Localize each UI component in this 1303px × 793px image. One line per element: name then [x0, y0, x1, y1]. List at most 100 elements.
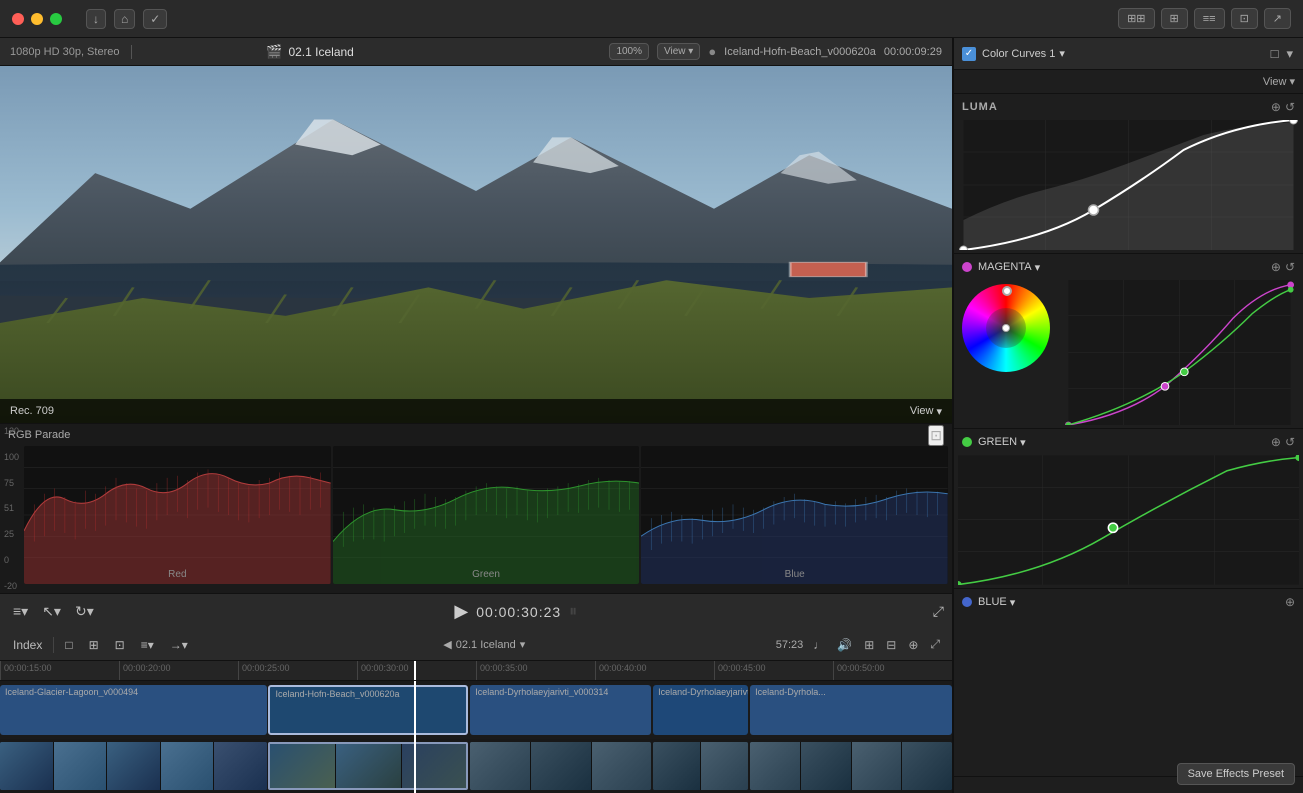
- view-header: View ▾: [954, 70, 1303, 94]
- timeline-toolbar: Index □ ⊞ ⊡ ≡▾ →▾ ◀ 02.1 Iceland ▾ 57:23…: [0, 629, 952, 661]
- filter-button[interactable]: ≡▾: [136, 636, 159, 654]
- luma-reset[interactable]: ↺: [1285, 100, 1295, 114]
- timecode-display: 00:00:09:29: [884, 46, 942, 58]
- clip-dyrholaey-3[interactable]: Iceland-Dyrhola...: [750, 685, 952, 735]
- ruler-marks: 00:00:15:00 00:00:20:00 00:00:25:00 00:0…: [0, 661, 952, 680]
- waveform-expand-button[interactable]: ⊡: [928, 425, 944, 446]
- check-button[interactable]: ✓: [143, 9, 167, 29]
- titlebar: ↓ ⌂ ✓ ⊞⊞ ⊞ ≡≡ ⊡ ↗: [0, 0, 1303, 38]
- effect-name: Color Curves 1: [982, 48, 1055, 60]
- tiles-button[interactable]: ≡≡: [1194, 8, 1225, 29]
- workspace-button[interactable]: ⊞⊞: [1118, 8, 1154, 29]
- clip-dyrholaey-2[interactable]: Iceland-Dyrholaeyjarivti_v0...: [653, 685, 748, 735]
- color-wheel-center-dot: [1002, 324, 1010, 332]
- green-eyedropper[interactable]: ⊕: [1271, 435, 1281, 449]
- color-wheel[interactable]: [962, 284, 1052, 374]
- clip-dyrholaey-1[interactable]: Iceland-Dyrholaeyjarivti_v000314: [470, 685, 651, 735]
- green-channel-label: Green: [333, 569, 640, 580]
- save-effects-preset-button[interactable]: Save Effects Preset: [1177, 763, 1295, 785]
- green-label[interactable]: GREEN ▾: [978, 436, 1026, 449]
- effect-tile-button[interactable]: □: [1269, 44, 1281, 64]
- luma-eyedropper[interactable]: ⊕: [1271, 100, 1281, 114]
- close-button[interactable]: [12, 13, 24, 25]
- preview-bottom-bar: Rec. 709 View ▾: [0, 399, 952, 423]
- audio-skimmer[interactable]: ♩: [809, 636, 829, 654]
- clip-row: Iceland-Glacier-Lagoon_v000494 Iceland-H…: [0, 681, 952, 739]
- blue-label[interactable]: BLUE ▾: [978, 596, 1015, 609]
- color-wheel-ring: [962, 284, 1050, 372]
- red-waveform-channel: Red: [24, 446, 331, 584]
- clip-label-hofn: Iceland-Hofn-Beach_v000620a: [275, 689, 399, 699]
- transport-bar: ≡▾ ↖▾ ↻▾ ▶ 00:00:30:23 ⏸ ⤢: [0, 593, 952, 629]
- magenta-reset[interactable]: ↺: [1285, 260, 1295, 274]
- key-button[interactable]: ⌂: [114, 9, 135, 29]
- share-button[interactable]: ↗: [1264, 8, 1291, 29]
- luma-curve-canvas: [954, 120, 1303, 250]
- clip-label-glacier: Iceland-Glacier-Lagoon_v000494: [5, 687, 138, 697]
- list-view-button[interactable]: ⊡: [110, 636, 130, 654]
- grid-view-button[interactable]: ⊞: [84, 636, 104, 654]
- clip-hofn-beach[interactable]: Iceland-Hofn-Beach_v000620a: [268, 685, 468, 735]
- green-curve-section: GREEN ▾ ⊕ ↺: [954, 429, 1303, 589]
- waveform-area: RGB Parade ⊡ 120 100 75 51 25 0 -20: [0, 423, 952, 593]
- timeline-ruler: 00:00:15:00 00:00:20:00 00:00:25:00 00:0…: [0, 661, 952, 681]
- clip-label-dyr1: Iceland-Dyrholaeyjarivti_v000314: [475, 687, 608, 697]
- save-preset-container: Save Effects Preset: [954, 777, 1303, 793]
- arrow-button[interactable]: →▾: [165, 636, 193, 654]
- fullscreen-button[interactable]: [50, 13, 62, 25]
- clip-view-button[interactable]: □: [60, 636, 77, 654]
- luma-curve-section: LUMA ⊕ ↺: [954, 94, 1303, 254]
- toolbar-separator: [53, 637, 54, 653]
- clip-icon: 🎬: [266, 44, 282, 60]
- magenta-label[interactable]: MAGENTA ▾: [978, 261, 1040, 274]
- fullscreen-toggle[interactable]: ⤢: [933, 603, 944, 620]
- pause-button[interactable]: ⏸: [569, 603, 577, 621]
- panels-button[interactable]: ⊞: [1161, 8, 1188, 29]
- index-button[interactable]: Index: [8, 636, 47, 654]
- play-button[interactable]: ▶: [454, 601, 468, 622]
- undo-button[interactable]: ↻▾: [70, 600, 99, 623]
- info-icon[interactable]: ●: [708, 44, 716, 59]
- effect-name-dropdown[interactable]: Color Curves 1 ▾: [982, 47, 1263, 60]
- view-dropdown[interactable]: View ▾: [910, 405, 942, 418]
- zoom-in-button[interactable]: ⊕: [904, 636, 922, 654]
- green-dot: [962, 437, 972, 447]
- effect-menu-button[interactable]: ▾: [1284, 44, 1295, 64]
- ruler-mark-50: 00:00:50:00: [833, 661, 952, 680]
- select-tool-button[interactable]: ↖▾: [37, 600, 66, 623]
- clip-label-dyr2: Iceland-Dyrholaeyjarivti_v0...: [658, 687, 748, 697]
- download-button[interactable]: ↓: [86, 9, 106, 29]
- clip-appearance[interactable]: ⊞: [860, 636, 878, 654]
- ruler-mark-20: 00:00:20:00: [119, 661, 238, 680]
- audio-mute[interactable]: 🔊: [833, 636, 856, 654]
- ruler-mark-25: 00:00:25:00: [238, 661, 357, 680]
- view-mode-button[interactable]: ≡▾: [8, 600, 33, 623]
- green-curve-canvas: [954, 455, 1303, 585]
- clip-glacier-lagoon[interactable]: Iceland-Glacier-Lagoon_v000494: [0, 685, 267, 735]
- color-wheel-cursor[interactable]: [1002, 286, 1012, 296]
- minimize-button[interactable]: [31, 13, 43, 25]
- chevron-left[interactable]: ◀: [443, 638, 451, 651]
- timeline-duration: 57:23: [776, 639, 804, 651]
- color-space-label: Rec. 709: [10, 405, 54, 417]
- magenta-curve-section: MAGENTA ▾ ⊕ ↺: [954, 254, 1303, 429]
- zoom-level[interactable]: 100%: [609, 43, 649, 60]
- blue-eyedropper[interactable]: ⊕: [1285, 595, 1295, 609]
- layout-button[interactable]: ⊡: [1231, 8, 1258, 29]
- chevron-down-icon: ▾: [1059, 47, 1065, 60]
- magenta-eyedropper[interactable]: ⊕: [1271, 260, 1281, 274]
- left-panel: 1080p HD 30p, Stereo 🎬 02.1 Iceland 100%…: [0, 38, 953, 793]
- ruler-mark-30: 00:00:30:00: [357, 661, 476, 680]
- blue-channel-label: Blue: [641, 569, 948, 580]
- clip-label-dyr3: Iceland-Dyrhola...: [755, 687, 826, 697]
- timeline-right-tools: ♩ 🔊 ⊞ ⊟ ⊕ ⤢: [809, 635, 944, 654]
- zoom-out-button[interactable]: ⊟: [882, 636, 900, 654]
- thumbnail-strip: [0, 739, 952, 793]
- thumbnail-playhead: [414, 739, 416, 793]
- green-reset[interactable]: ↺: [1285, 435, 1295, 449]
- view-button[interactable]: View ▾: [657, 43, 700, 60]
- playhead-line: [414, 661, 416, 680]
- effect-checkbox[interactable]: ✓: [962, 47, 976, 61]
- view-dropdown-button[interactable]: View ▾: [1263, 75, 1295, 88]
- timeline-expand[interactable]: ⤢: [926, 635, 944, 654]
